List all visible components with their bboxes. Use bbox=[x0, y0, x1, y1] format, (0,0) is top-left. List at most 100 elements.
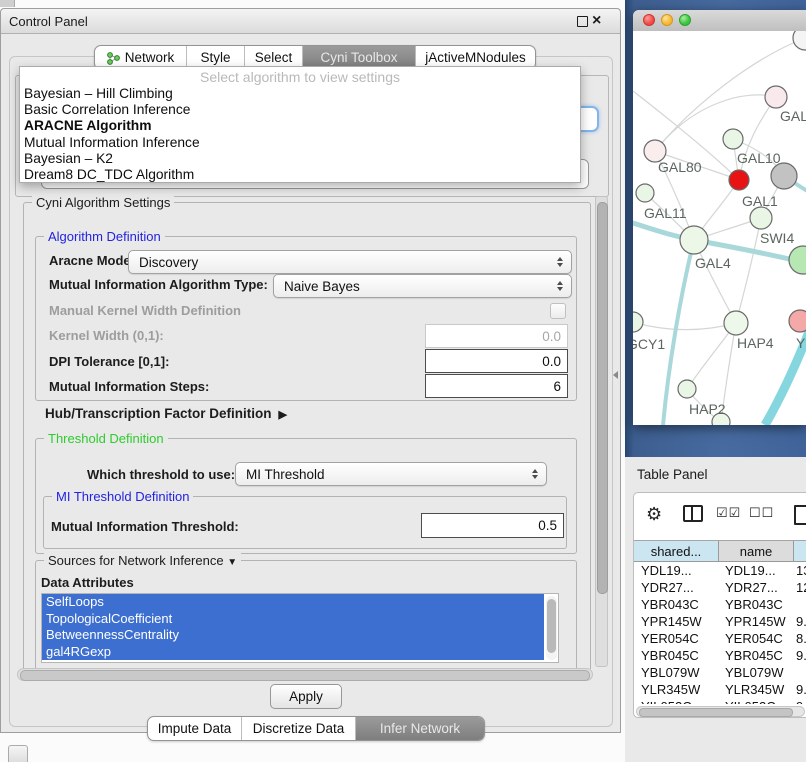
zoom-window-icon[interactable] bbox=[679, 14, 691, 26]
node-SWI4[interactable] bbox=[789, 246, 806, 274]
aracne-mode-label: Aracne Mode: bbox=[49, 253, 135, 268]
control-panel-titlebar[interactable]: Control Panel × bbox=[1, 9, 620, 34]
table-cell: 9. bbox=[794, 613, 806, 630]
attribute-item[interactable]: SelfLoops bbox=[42, 594, 544, 611]
node-GAL4[interactable] bbox=[680, 226, 708, 254]
table-cell: 9. bbox=[794, 698, 806, 704]
dropdown-item[interactable]: Bayesian – K2 bbox=[24, 151, 576, 167]
top-left-notch bbox=[0, 0, 15, 7]
table-cell: 9. bbox=[794, 681, 806, 698]
settings-gear-icon[interactable]: ⚙ bbox=[646, 505, 662, 523]
node-GAL1[interactable] bbox=[750, 207, 772, 229]
dropdown-item[interactable]: Mutual Information Inference bbox=[24, 135, 576, 151]
settings-horizontal-scrollbar[interactable] bbox=[17, 668, 593, 681]
settings-vertical-scrollbar[interactable] bbox=[595, 196, 608, 667]
stepper-arrows-icon bbox=[557, 281, 563, 291]
network-canvas[interactable]: GALGAL80GAL10GAL11GAL1SWI4GAL4GCY1HAP4YH… bbox=[633, 31, 806, 425]
table-row[interactable]: YPR145WYPR145W9. bbox=[634, 613, 806, 630]
vertical-scrollbar-thumb[interactable] bbox=[597, 202, 608, 594]
kernel-width-field[interactable]: 0.0 bbox=[425, 324, 568, 348]
tab-impute-data[interactable]: Impute Data bbox=[148, 717, 242, 740]
table-cell: YDL19... bbox=[719, 562, 794, 579]
table-cell: 9. bbox=[794, 647, 806, 664]
control-panel-window: Control Panel × NetworkStyleSelectCyni T… bbox=[0, 8, 621, 733]
table-panel-title: Table Panel bbox=[637, 467, 708, 482]
close-window-icon[interactable] bbox=[643, 14, 655, 26]
deselect-columns-icon[interactable]: ☐☐ bbox=[749, 505, 774, 521]
node-gal-partial[interactable] bbox=[765, 86, 787, 108]
node-label-GAL80: GAL80 bbox=[658, 159, 702, 175]
table-row[interactable]: YLR345WYLR345W9. bbox=[634, 681, 806, 698]
node-HAP4[interactable] bbox=[724, 311, 748, 335]
table-cell: YPR145W bbox=[634, 613, 719, 630]
dpi-tolerance-field[interactable]: 0.0 bbox=[425, 349, 568, 373]
table-row[interactable]: YBR043CYBR043C bbox=[634, 596, 806, 613]
table-cell: YIL052C bbox=[634, 698, 719, 704]
attribute-item[interactable]: BetweennessCentrality bbox=[42, 627, 544, 644]
aracne-mode-select[interactable]: Discovery bbox=[128, 250, 572, 274]
which-threshold-select[interactable]: MI Threshold bbox=[235, 462, 547, 486]
mi-type-label: Mutual Information Algorithm Type: bbox=[49, 277, 268, 292]
table-row[interactable]: YDL19...YDL19...13 bbox=[634, 562, 806, 579]
table-scrollbar-thumb[interactable] bbox=[639, 708, 793, 717]
node-pink-right[interactable] bbox=[789, 310, 806, 332]
collapse-down-icon: ▼ bbox=[227, 557, 237, 568]
apply-button[interactable]: Apply bbox=[270, 684, 342, 709]
table-row[interactable]: YBR045CYBR045C9. bbox=[634, 647, 806, 664]
bottom-left-corner-button[interactable] bbox=[8, 745, 28, 762]
cyni-bottom-tabs: Impute DataDiscretize DataInfer Network bbox=[147, 716, 485, 741]
table-row[interactable]: YDR27...YDR27...12 bbox=[634, 579, 806, 596]
aracne-mode-value: Discovery bbox=[139, 255, 198, 270]
network-window-titlebar[interactable] bbox=[633, 10, 806, 32]
node-green-top[interactable] bbox=[723, 129, 743, 149]
node-HAP2[interactable] bbox=[678, 380, 696, 398]
float-window-button[interactable] bbox=[577, 16, 588, 27]
algorithm-definition-title: Algorithm Definition bbox=[44, 229, 165, 244]
table-row[interactable]: YIL052CYIL052C9. bbox=[634, 698, 806, 704]
close-panel-button[interactable]: × bbox=[592, 10, 601, 32]
dropdown-item[interactable]: ARACNE Algorithm bbox=[24, 118, 576, 134]
attribute-item[interactable]: gal4RGexp bbox=[42, 644, 544, 661]
minimize-window-icon[interactable] bbox=[661, 14, 673, 26]
stepper-arrows-icon bbox=[557, 257, 563, 267]
attribute-item[interactable]: TopologicalCoefficient bbox=[42, 611, 544, 628]
dropdown-item[interactable]: Basic Correlation Inference bbox=[24, 102, 576, 118]
sources-group-title[interactable]: Sources for Network Inference ▼ bbox=[44, 553, 241, 568]
horizontal-scrollbar-thumb[interactable] bbox=[20, 670, 590, 681]
node-label-GAL4: GAL4 bbox=[695, 255, 731, 271]
which-threshold-value: MI Threshold bbox=[246, 467, 325, 482]
mi-steps-field[interactable]: 6 bbox=[425, 374, 568, 398]
node-label-GAL: GAL bbox=[780, 108, 806, 124]
dropdown-item[interactable]: Bayesian – Hill Climbing bbox=[24, 86, 576, 102]
file-icon[interactable] bbox=[794, 505, 806, 525]
node-partial-top[interactable] bbox=[793, 31, 806, 50]
split-pane-handle[interactable] bbox=[613, 371, 618, 379]
tab-infer-network[interactable]: Infer Network bbox=[356, 717, 484, 740]
node-GCY1[interactable] bbox=[633, 312, 643, 332]
mi-type-select[interactable]: Naive Bayes bbox=[273, 274, 572, 298]
column-header-shared...[interactable]: shared... bbox=[634, 541, 719, 562]
node-gray[interactable] bbox=[771, 163, 797, 189]
stepper-arrows-icon bbox=[532, 469, 538, 479]
table-cell: YPR145W bbox=[719, 613, 794, 630]
dropdown-item[interactable]: Dream8 DC_TDC Algorithm bbox=[24, 167, 576, 183]
select-all-columns-icon[interactable]: ☑☑ bbox=[716, 505, 741, 521]
mi-threshold-field[interactable]: 0.5 bbox=[421, 513, 564, 538]
table-row[interactable]: YER054CYER054C8. bbox=[634, 630, 806, 647]
table-panel-card: ⚙ ☑☑ ☐☐ shared...name YDL19...YDL19...13… bbox=[633, 492, 806, 718]
manual-kernel-checkbox[interactable] bbox=[550, 303, 566, 319]
attributes-list-scrollbar[interactable] bbox=[546, 596, 557, 660]
tab-discretize-data[interactable]: Discretize Data bbox=[242, 717, 356, 740]
table-cell: YBL079W bbox=[634, 664, 719, 681]
table-cell bbox=[794, 596, 806, 613]
table-row[interactable]: YBL079WYBL079W bbox=[634, 664, 806, 681]
control-panel-title: Control Panel bbox=[9, 14, 88, 29]
table-horizontal-scrollbar[interactable] bbox=[636, 706, 805, 717]
node-GAL10[interactable] bbox=[729, 170, 749, 190]
node-label-Y: Y bbox=[796, 335, 806, 351]
column-header-name[interactable]: name bbox=[719, 541, 794, 562]
node-GAL11[interactable] bbox=[636, 184, 654, 202]
hub-definition-expander[interactable]: Hub/Transcription Factor Definition▶ bbox=[45, 406, 287, 421]
column-header-partial[interactable] bbox=[794, 541, 806, 562]
split-columns-icon[interactable] bbox=[683, 505, 703, 522]
